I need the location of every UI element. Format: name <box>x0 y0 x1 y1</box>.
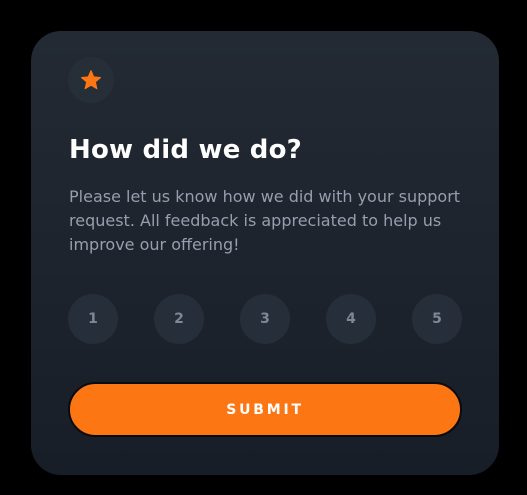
rating-card: How did we do? Please let us know how we… <box>31 31 499 475</box>
card-description: Please let us know how we did with your … <box>69 187 461 254</box>
star-icon <box>81 70 101 90</box>
submit-button[interactable]: SUBMIT <box>68 382 462 437</box>
card-title: How did we do? <box>69 135 302 165</box>
rating-options: 1 2 3 4 5 <box>68 294 462 344</box>
rating-option-1[interactable]: 1 <box>68 294 118 344</box>
rating-option-2[interactable]: 2 <box>154 294 204 344</box>
rating-option-4[interactable]: 4 <box>326 294 376 344</box>
star-badge <box>68 57 114 103</box>
rating-option-3[interactable]: 3 <box>240 294 290 344</box>
rating-option-5[interactable]: 5 <box>412 294 462 344</box>
